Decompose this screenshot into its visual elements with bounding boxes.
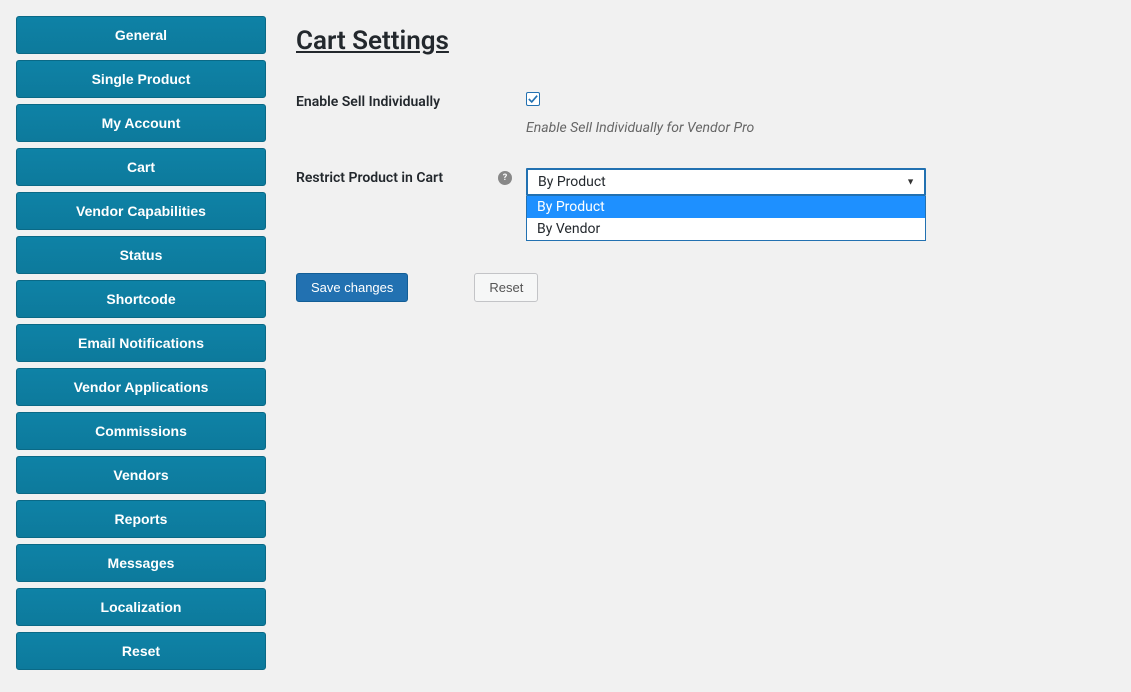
sidebar-item-commissions[interactable]: Commissions <box>16 412 266 450</box>
save-changes-button[interactable]: Save changes <box>296 273 408 302</box>
check-icon <box>528 94 538 104</box>
sidebar-item-general[interactable]: General <box>16 16 266 54</box>
sidebar-item-email-notifications[interactable]: Email Notifications <box>16 324 266 362</box>
sidebar-item-single-product[interactable]: Single Product <box>16 60 266 98</box>
field-restrict-product: Restrict Product in Cart ? By Product ▼ … <box>296 168 1115 241</box>
restrict-product-option-by-product[interactable]: By Product <box>527 196 925 218</box>
sidebar-item-messages[interactable]: Messages <box>16 544 266 582</box>
page-title: Cart Settings <box>296 26 1115 56</box>
enable-sell-individually-label: Enable Sell Individually <box>296 92 526 110</box>
restrict-product-label: Restrict Product in Cart <box>296 168 498 186</box>
settings-sidebar: General Single Product My Account Cart V… <box>16 16 266 676</box>
sidebar-item-shortcode[interactable]: Shortcode <box>16 280 266 318</box>
sidebar-item-vendor-applications[interactable]: Vendor Applications <box>16 368 266 406</box>
reset-button[interactable]: Reset <box>474 273 538 302</box>
sidebar-item-localization[interactable]: Localization <box>16 588 266 626</box>
restrict-product-dropdown: By Product By Vendor <box>526 196 926 241</box>
main-content: Cart Settings Enable Sell Individually E… <box>296 16 1115 676</box>
field-enable-sell-individually: Enable Sell Individually Enable Sell Ind… <box>296 92 1115 136</box>
sidebar-item-vendors[interactable]: Vendors <box>16 456 266 494</box>
restrict-product-selected-value: By Product <box>538 174 606 190</box>
sidebar-item-reports[interactable]: Reports <box>16 500 266 538</box>
enable-sell-individually-description: Enable Sell Individually for Vendor Pro <box>526 120 1115 136</box>
form-actions: Save changes Reset <box>296 273 1115 302</box>
chevron-down-icon: ▼ <box>906 177 915 188</box>
sidebar-item-my-account[interactable]: My Account <box>16 104 266 142</box>
sidebar-item-vendor-capabilities[interactable]: Vendor Capabilities <box>16 192 266 230</box>
sidebar-item-status[interactable]: Status <box>16 236 266 274</box>
restrict-product-select[interactable]: By Product ▼ <box>526 168 926 196</box>
sidebar-item-reset[interactable]: Reset <box>16 632 266 670</box>
restrict-product-option-by-vendor[interactable]: By Vendor <box>527 218 925 240</box>
sidebar-item-cart[interactable]: Cart <box>16 148 266 186</box>
help-icon[interactable]: ? <box>498 171 512 185</box>
enable-sell-individually-checkbox[interactable] <box>526 92 540 106</box>
